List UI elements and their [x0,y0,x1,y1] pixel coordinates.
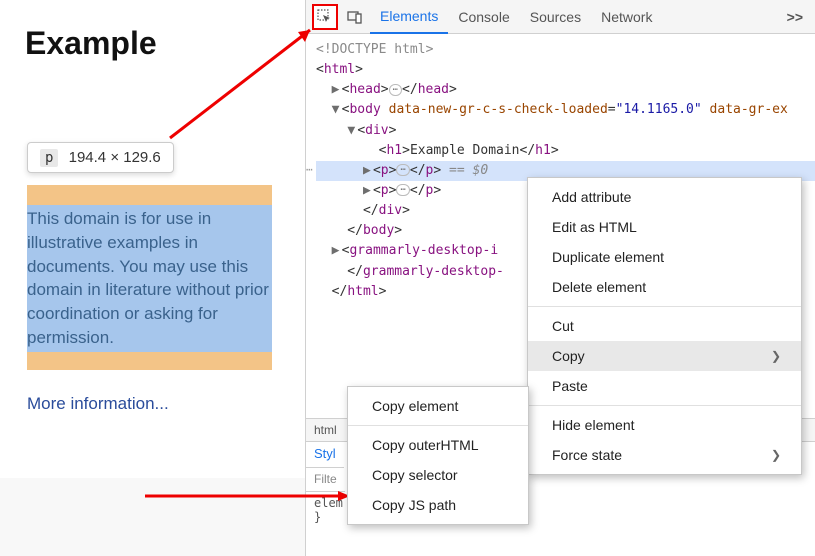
chevron-right-icon: ❯ [771,349,781,363]
context-submenu-copy: Copy element Copy outerHTML Copy selecto… [347,386,529,525]
tab-sources[interactable]: Sources [520,0,591,34]
devtools-toolbar: Elements Console Sources Network >> [306,0,815,34]
styles-filter[interactable]: Filte [306,468,345,492]
style-rule: elem } [306,492,351,528]
tab-elements[interactable]: Elements [370,0,448,34]
ctx-paste[interactable]: Paste [528,371,801,401]
ctx-edit-as-html[interactable]: Edit as HTML [528,212,801,242]
device-toolbar-button[interactable] [342,4,368,30]
ctx-copy-js-path[interactable]: Copy JS path [348,490,528,520]
body-line[interactable]: ▼<body data-new-gr-c-s-check-loaded="14.… [316,100,815,120]
inspected-element-highlight: This domain is for use in illustrative e… [27,185,272,370]
element-tooltip: p 194.4 × 129.6 [27,142,174,173]
ctx-copy-element[interactable]: Copy element [348,391,528,421]
ctx-copy[interactable]: Copy❯ [528,341,801,371]
doctype[interactable]: <!DOCTYPE html> [316,40,815,60]
tabs-overflow[interactable]: >> [779,9,811,25]
html-open[interactable]: <html> [316,60,815,80]
ctx-copy-selector[interactable]: Copy selector [348,460,528,490]
head-line[interactable]: ▶<head>⋯</head> [316,80,815,100]
ctx-force-state[interactable]: Force state❯ [528,440,801,470]
rendered-page: Example p 194.4 × 129.6 This domain is f… [0,0,305,556]
ctx-add-attribute[interactable]: Add attribute [528,182,801,212]
ctx-hide-element[interactable]: Hide element [528,410,801,440]
ctx-duplicate-element[interactable]: Duplicate element [528,242,801,272]
tab-network[interactable]: Network [591,0,662,34]
ctx-cut[interactable]: Cut [528,311,801,341]
chevron-right-icon: ❯ [771,448,781,462]
ctx-delete-element[interactable]: Delete element [528,272,801,302]
ctx-copy-outerhtml[interactable]: Copy outerHTML [348,430,528,460]
more-information-link[interactable]: More information... [27,394,169,414]
tooltip-tag: p [40,149,58,167]
tooltip-dimensions: 194.4 × 129.6 [69,149,161,166]
page-paragraph: This domain is for use in illustrative e… [27,207,272,350]
div-line[interactable]: ▼<div> [316,121,815,141]
tab-console[interactable]: Console [448,0,519,34]
context-menu: Add attribute Edit as HTML Duplicate ele… [527,177,802,475]
styles-tab[interactable]: Styl [306,442,344,468]
inspect-element-button[interactable] [312,4,338,30]
h1-line[interactable]: <h1>Example Domain</h1> [316,141,815,161]
page-title: Example [25,25,280,62]
